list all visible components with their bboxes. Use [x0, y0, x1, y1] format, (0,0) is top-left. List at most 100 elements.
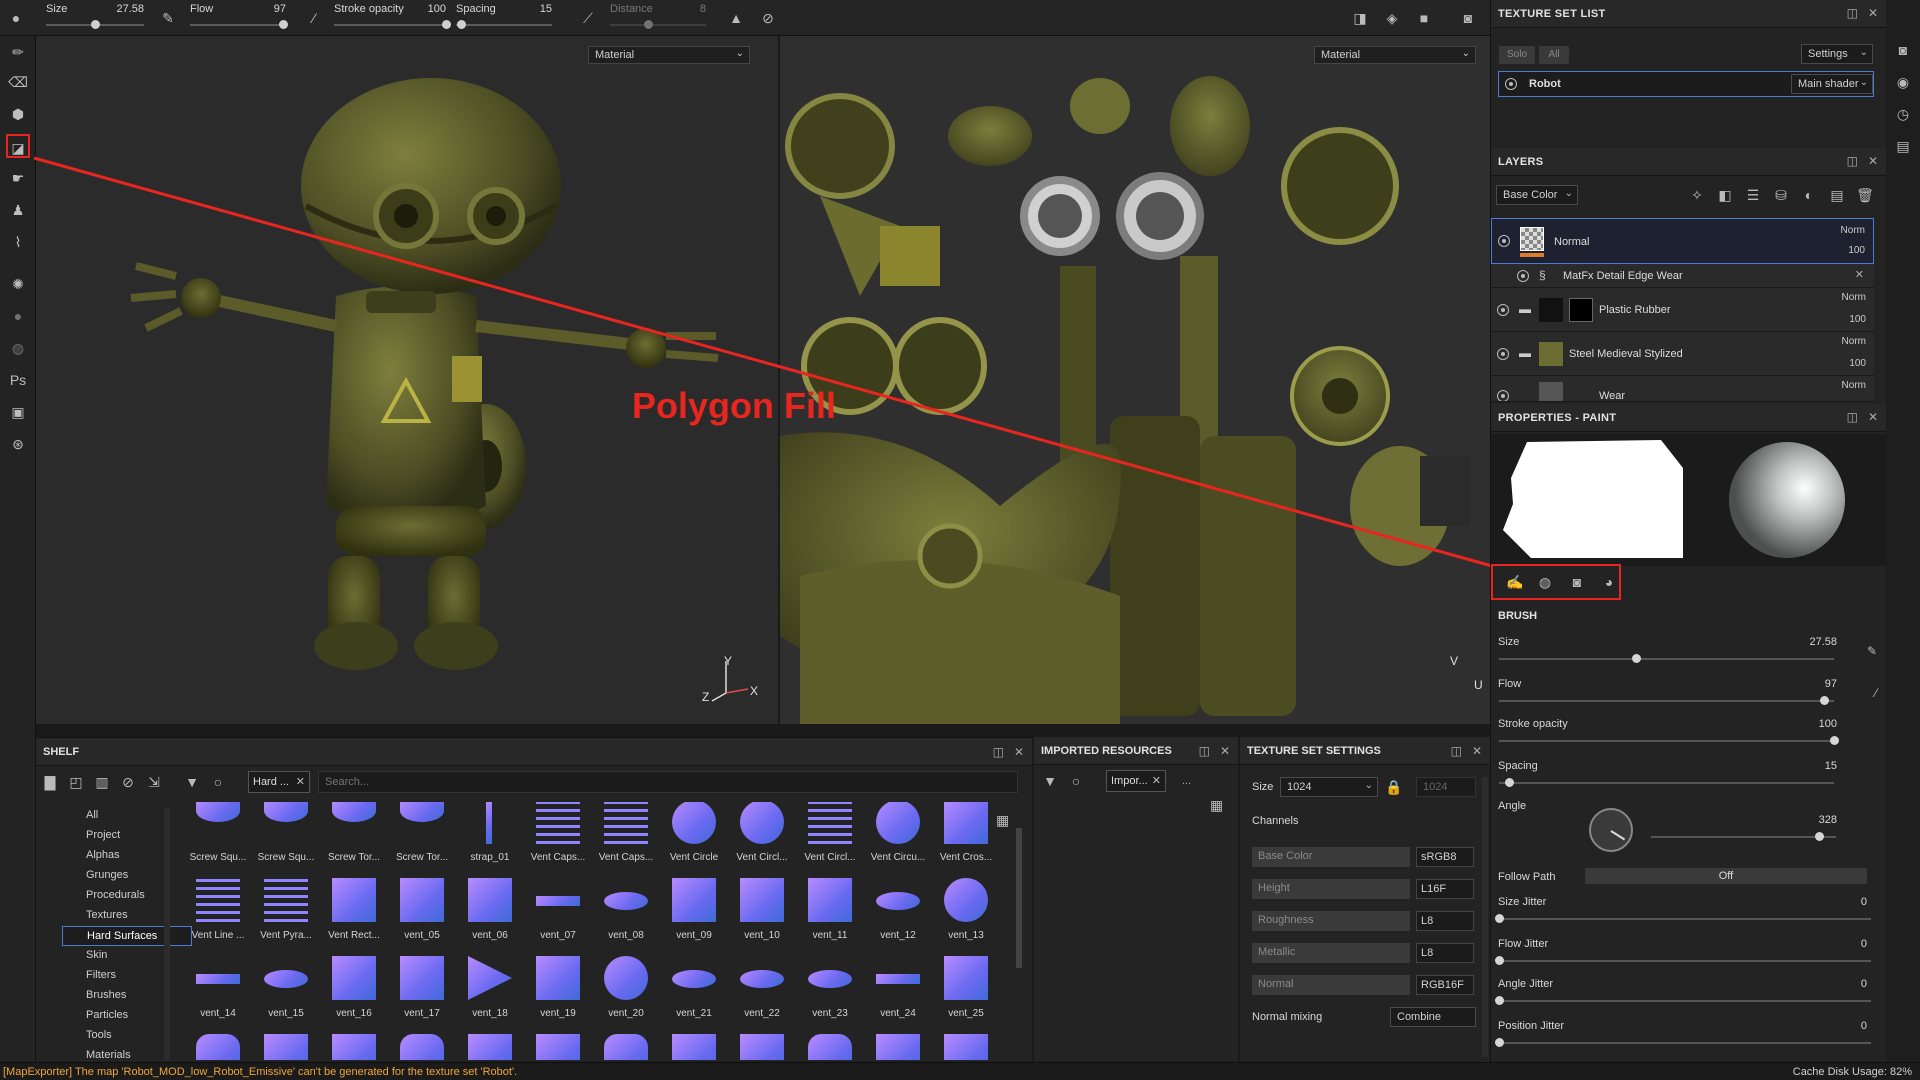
shelf-item[interactable]: vent_13: [932, 872, 996, 950]
shelf-item[interactable]: vent_05: [388, 872, 452, 950]
shelf-item[interactable]: [456, 1028, 520, 1060]
imported-search[interactable]: ...: [1182, 775, 1191, 787]
paint-brush-icon[interactable]: ✏: [6, 40, 30, 64]
layer-opacity[interactable]: 100: [1849, 358, 1866, 369]
toolbar-distance-track[interactable]: [610, 24, 706, 26]
layer-row-plastic-rubber[interactable]: ▬ Plastic Rubber Norm 100: [1491, 288, 1874, 332]
toolbar-stroke-value[interactable]: 100: [428, 3, 446, 15]
viewport-2d[interactable]: Material ⌄ V U: [778, 36, 1490, 724]
symmetry-settings-icon[interactable]: ⊘: [758, 8, 778, 28]
size-jitter-value[interactable]: 0: [1861, 896, 1867, 908]
light-icon[interactable]: ●: [6, 304, 30, 328]
add-folder-icon[interactable]: ▤: [1827, 185, 1847, 205]
brush-angle-value[interactable]: 328: [1819, 814, 1837, 826]
shelf-item[interactable]: [252, 1028, 316, 1060]
shader-dropdown[interactable]: Main shader ⌄: [1791, 74, 1873, 94]
brush-spacing-slider[interactable]: Spacing 15: [1491, 758, 1887, 792]
visibility-eye-icon[interactable]: [1497, 304, 1509, 316]
color-picker-icon[interactable]: ⌇: [6, 230, 30, 254]
cube-icon[interactable]: ◈: [1382, 8, 1402, 28]
pen-pressure-icon[interactable]: ✎: [1867, 644, 1877, 658]
brush-flow-track[interactable]: [1499, 700, 1834, 702]
flow-jitter-knob[interactable]: [1495, 956, 1504, 965]
shelf-item[interactable]: [864, 1028, 928, 1060]
toolbar-stroke-knob[interactable]: [442, 20, 451, 29]
folder-icon[interactable]: ▇: [40, 772, 60, 792]
brush-angle-knob[interactable]: [1815, 832, 1825, 841]
shelf-item[interactable]: Screw Squ...: [184, 802, 248, 872]
layers-channel-dropdown[interactable]: Base Color ⌄: [1496, 185, 1578, 205]
angle-jitter-knob[interactable]: [1495, 996, 1504, 1005]
shelf-item[interactable]: [796, 1028, 860, 1060]
position-jitter-track[interactable]: [1499, 1042, 1871, 1044]
tss-channel-format-dropdown[interactable]: L8: [1416, 943, 1474, 963]
toolbar-size-param[interactable]: Size 27.58: [46, 0, 144, 36]
layer-blend-mode[interactable]: Norm: [1842, 292, 1866, 303]
toolbar-flow-knob[interactable]: [279, 20, 289, 29]
position-jitter-knob[interactable]: [1495, 1038, 1504, 1047]
toolbar-distance-value[interactable]: 8: [700, 3, 706, 15]
shelf-item[interactable]: vent_17: [388, 950, 452, 1028]
tss-channel-format-dropdown[interactable]: sRGB8: [1416, 847, 1474, 867]
shader-settings-icon[interactable]: ◉: [1893, 72, 1913, 92]
brush-tab-icon[interactable]: ✍: [1505, 572, 1525, 592]
angle-dial[interactable]: [1589, 808, 1633, 852]
close-icon[interactable]: ✕: [1868, 410, 1878, 424]
category-scrollbar[interactable]: [164, 808, 170, 1060]
shelf-item[interactable]: vent_09: [660, 872, 724, 950]
tss-scrollbar[interactable]: [1482, 777, 1488, 1057]
brush-flow-knob[interactable]: [1819, 696, 1829, 705]
shelf-item[interactable]: Vent Circl...: [728, 802, 792, 872]
add-effect-icon[interactable]: ☰: [1743, 185, 1763, 205]
tss-channel-format-dropdown[interactable]: L16F: [1416, 879, 1474, 899]
bake-icon[interactable]: ✺: [6, 272, 30, 296]
shelf-item[interactable]: vent_19: [524, 950, 588, 1028]
stencil-tab-icon[interactable]: ◙: [1567, 572, 1587, 592]
visibility-eye-icon[interactable]: [1517, 270, 1529, 282]
shelf-filter-tag[interactable]: Hard ... ✕: [248, 771, 310, 793]
material-tab-icon[interactable]: ◕: [1599, 572, 1619, 592]
shelf-item[interactable]: vent_23: [796, 950, 860, 1028]
shelf-item[interactable]: vent_16: [320, 950, 384, 1028]
shelf-category-item[interactable]: Project: [62, 826, 192, 846]
screenshot-icon[interactable]: ◙: [1458, 8, 1478, 28]
toolbar-distance-param[interactable]: Distance 8: [610, 0, 706, 36]
export-icon[interactable]: ▣: [6, 400, 30, 424]
add-mask-icon[interactable]: ◧: [1715, 185, 1735, 205]
projection-icon[interactable]: ⬢: [6, 102, 30, 126]
close-icon[interactable]: ✕: [1855, 268, 1864, 281]
refresh-icon[interactable]: ○: [1066, 771, 1086, 791]
shelf-item[interactable]: vent_07: [524, 872, 588, 950]
camera-icon[interactable]: ■: [1414, 8, 1434, 28]
toolbar-flow-track[interactable]: [190, 24, 286, 26]
toolbar-spacing-param[interactable]: Spacing 15: [456, 0, 552, 36]
layer-row-normal[interactable]: Normal Norm 100: [1491, 218, 1874, 264]
layer-blend-mode[interactable]: Norm: [1841, 225, 1865, 236]
magic-wand-icon[interactable]: ✧: [1687, 185, 1707, 205]
layer-blend-mode[interactable]: Norm: [1842, 380, 1866, 391]
iray-icon[interactable]: ◍: [6, 336, 30, 360]
pen-pressure-icon[interactable]: ✎: [158, 8, 178, 28]
close-icon[interactable]: ✕: [1014, 745, 1024, 759]
shelf-item[interactable]: [728, 1028, 792, 1060]
brush-flow-value[interactable]: 97: [1825, 678, 1837, 690]
shelf-item[interactable]: [184, 1028, 248, 1060]
shelf-category-item[interactable]: Grunges: [62, 866, 192, 886]
shelf-item[interactable]: Vent Circl...: [796, 802, 860, 872]
shelf-category-item[interactable]: Tools: [62, 1026, 192, 1046]
shelf-item[interactable]: vent_15: [252, 950, 316, 1028]
shelf-item[interactable]: vent_25: [932, 950, 996, 1028]
layer-row-matfx[interactable]: § MatFx Detail Edge Wear ✕: [1491, 264, 1874, 288]
photoshop-export-icon[interactable]: Ps: [6, 368, 30, 392]
save-icon[interactable]: ▥: [92, 772, 112, 792]
size-jitter-track[interactable]: [1499, 918, 1871, 920]
pin-icon[interactable]: ◫: [1451, 744, 1462, 758]
position-jitter-value[interactable]: 0: [1861, 1020, 1867, 1032]
angle-jitter-track[interactable]: [1499, 1000, 1871, 1002]
settings-dropdown[interactable]: Settings ⌄: [1801, 44, 1873, 64]
toolbar-stroke-param[interactable]: Stroke opacity 100: [334, 0, 451, 36]
toolbar-spacing-track[interactable]: [456, 24, 552, 26]
shelf-scrollbar[interactable]: [1016, 828, 1022, 968]
pen-pressure-icon[interactable]: ⁄: [304, 8, 324, 28]
shelf-item[interactable]: Vent Line ...: [184, 872, 248, 950]
